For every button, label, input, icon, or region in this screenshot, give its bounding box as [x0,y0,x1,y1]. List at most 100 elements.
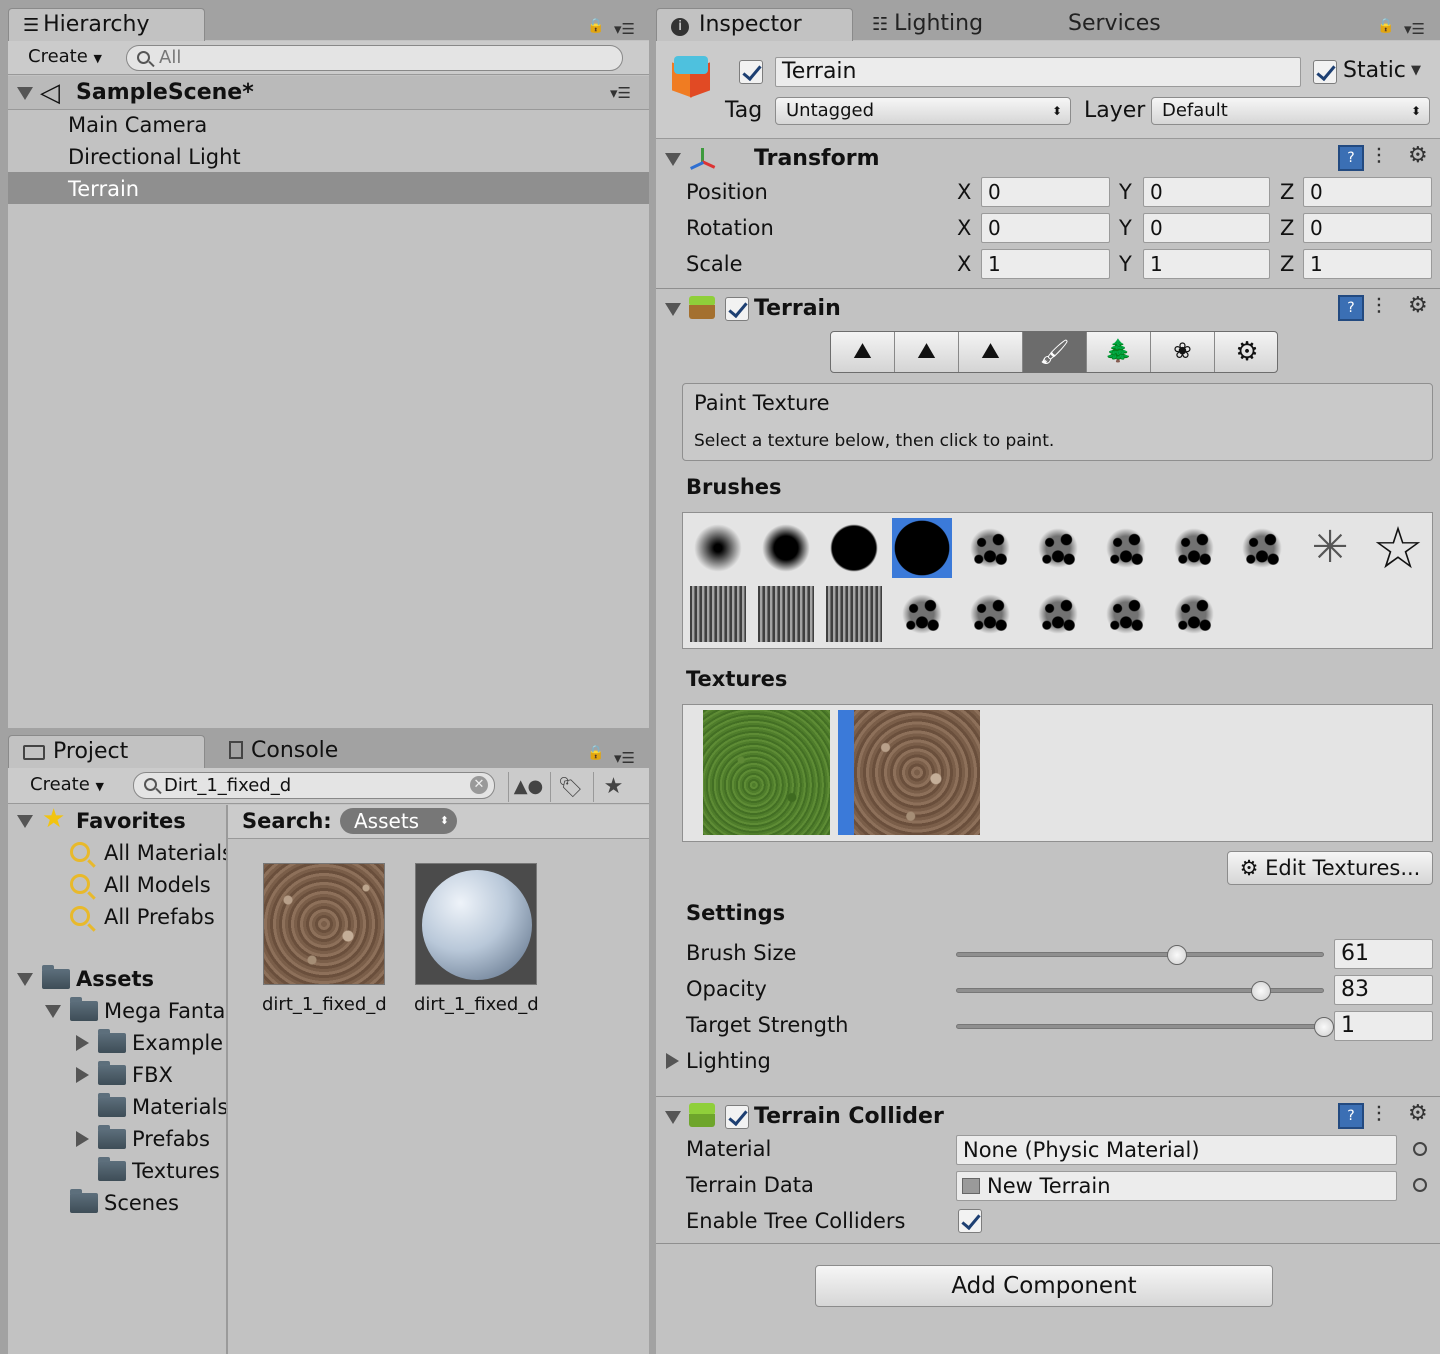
clear-search-icon[interactable]: ✕ [470,776,488,794]
tree-item-prefabs[interactable]: Prefabs [132,1125,210,1153]
terrain-settings-icon[interactable]: ⚙ [1215,332,1277,372]
smooth-height-icon[interactable]: ⛰ [959,332,1023,372]
tab-console[interactable]: Console [215,735,415,769]
hierarchy-search-input[interactable]: All [126,45,623,71]
tab-lighting[interactable]: ☷ Lighting [858,8,1038,42]
tree-item-scenes[interactable]: Scenes [104,1189,179,1217]
help-book-icon[interactable]: ? [1338,145,1364,171]
texture-dirt-thumbnail[interactable] [854,710,980,835]
help-book-icon[interactable]: ? [1338,295,1364,321]
hierarchy-item-main-camera[interactable]: Main Camera [68,111,207,139]
brush-thumbnail[interactable] [756,584,816,644]
paint-texture-icon[interactable]: 🖌 [1023,332,1087,372]
scale-x-field[interactable]: 1 [981,249,1110,279]
scale-z-field[interactable]: 1 [1303,249,1432,279]
terrain-data-field[interactable]: New Terrain [956,1171,1397,1201]
position-y-field[interactable]: 0 [1143,177,1270,207]
raise-lower-terrain-icon[interactable]: ⛰ [831,332,895,372]
texture-grass-thumbnail[interactable] [703,710,830,835]
expand-arrow-icon[interactable] [17,815,33,828]
filter-by-type-icon[interactable]: ▲● [508,772,548,802]
expand-arrow-icon[interactable] [17,87,33,100]
favorite-item-all-materials[interactable]: All Materials [104,839,226,867]
panel-menu-icon[interactable]: ▾☰ [614,20,635,38]
settings-gear-icon[interactable]: ⚙ [1408,143,1428,168]
project-search-input[interactable]: Dirt_1_fixed_d ✕ [133,772,495,799]
brush-thumbnail[interactable] [1096,584,1156,644]
tree-item-example[interactable]: Example [132,1029,226,1057]
layer-dropdown[interactable]: Default ⬍ [1151,97,1430,125]
tab-inspector[interactable]: i Inspector [656,8,853,42]
assets-label[interactable]: Assets [76,965,154,993]
static-label[interactable]: Static [1343,57,1406,85]
position-z-field[interactable]: 0 [1303,177,1432,207]
lock-icon[interactable]: 🔒 [1377,18,1394,34]
edit-textures-button[interactable]: ⚙ Edit Textures... [1227,851,1433,885]
settings-gear-icon[interactable]: ⚙ [1408,1101,1428,1126]
tree-item-mega-fanta[interactable]: Mega Fanta [104,997,226,1025]
enable-tree-colliders-checkbox[interactable] [958,1209,982,1233]
transform-title[interactable]: Transform [754,145,880,173]
target-strength-field[interactable]: 1 [1334,1011,1433,1041]
brush-size-field[interactable]: 61 [1334,939,1433,969]
object-name-field[interactable]: Terrain [775,57,1301,87]
brush-thumbnail[interactable] [1096,518,1156,578]
static-dropdown-icon[interactable]: ▼ [1411,63,1421,78]
tree-item-materials[interactable]: Materials [132,1093,226,1121]
expand-arrow-icon[interactable] [665,303,681,316]
brush-size-slider-knob[interactable] [1166,945,1187,965]
lock-icon[interactable]: 🔒 [587,18,604,34]
collapsed-arrow-icon[interactable] [666,1053,679,1069]
lighting-foldout[interactable]: Lighting [686,1047,771,1075]
hierarchy-item-directional-light[interactable]: Directional Light [68,143,241,171]
rotation-x-field[interactable]: 0 [981,213,1110,243]
scene-menu-icon[interactable]: ▾☰ [610,84,631,102]
filter-by-label-icon[interactable]: 🏷 [550,772,590,802]
brush-size-slider-track[interactable] [956,952,1324,957]
lock-icon[interactable]: 🔒 [587,745,604,761]
object-picker-icon[interactable] [1413,1142,1427,1156]
brush-thumbnail[interactable] [756,518,816,578]
brush-thumbnail[interactable] [892,584,952,644]
opacity-field[interactable]: 83 [1334,975,1433,1005]
collider-enabled-checkbox[interactable] [725,1105,749,1129]
tab-hierarchy[interactable]: ☰ Hierarchy [8,8,205,42]
help-book-icon[interactable]: ? [1338,1103,1364,1129]
brush-thumbnail[interactable] [824,584,884,644]
brush-thumbnail[interactable] [960,584,1020,644]
brush-thumbnail[interactable] [824,518,884,578]
tab-project[interactable]: Project [8,735,205,769]
rotation-z-field[interactable]: 0 [1303,213,1432,243]
active-checkbox[interactable] [739,60,763,84]
object-picker-icon[interactable] [1413,1178,1427,1192]
project-create-button[interactable]: Create ▼ [20,773,112,799]
static-checkbox[interactable] [1313,60,1337,84]
brush-thumbnail[interactable] [1232,518,1292,578]
terrain-enabled-checkbox[interactable] [725,297,749,321]
brush-thumbnail[interactable] [892,518,952,578]
brush-thumbnail[interactable] [1028,518,1088,578]
add-component-button[interactable]: Add Component [815,1265,1273,1307]
preset-sliders-icon[interactable]: ⫶ [1376,1103,1382,1128]
brush-thumbnail[interactable] [688,518,748,578]
target-strength-slider-knob[interactable] [1314,1017,1334,1037]
paint-height-icon[interactable]: ⛰ [895,332,959,372]
favorite-star-icon[interactable]: ★ [593,772,633,802]
brush-thumbnail[interactable] [1164,584,1224,644]
asset-thumbnail-dirt-texture[interactable] [263,863,385,985]
collapsed-arrow-icon[interactable] [76,1035,89,1051]
place-trees-icon[interactable]: 🌲 [1087,332,1151,372]
terrain-collider-title[interactable]: Terrain Collider [754,1103,944,1131]
brush-thumbnail[interactable]: ✳ [1300,518,1360,578]
paint-details-icon[interactable]: ❀ [1151,332,1215,372]
brush-thumbnail[interactable] [960,518,1020,578]
preset-sliders-icon[interactable]: ⫶ [1376,145,1382,170]
expand-arrow-icon[interactable] [17,973,33,986]
physic-material-field[interactable]: None (Physic Material) [956,1135,1397,1165]
target-strength-slider-track[interactable] [956,1024,1324,1029]
terrain-title[interactable]: Terrain [754,295,841,323]
rotation-y-field[interactable]: 0 [1143,213,1270,243]
favorite-item-all-models[interactable]: All Models [104,871,211,899]
position-x-field[interactable]: 0 [981,177,1110,207]
brush-thumbnail[interactable] [1164,518,1224,578]
